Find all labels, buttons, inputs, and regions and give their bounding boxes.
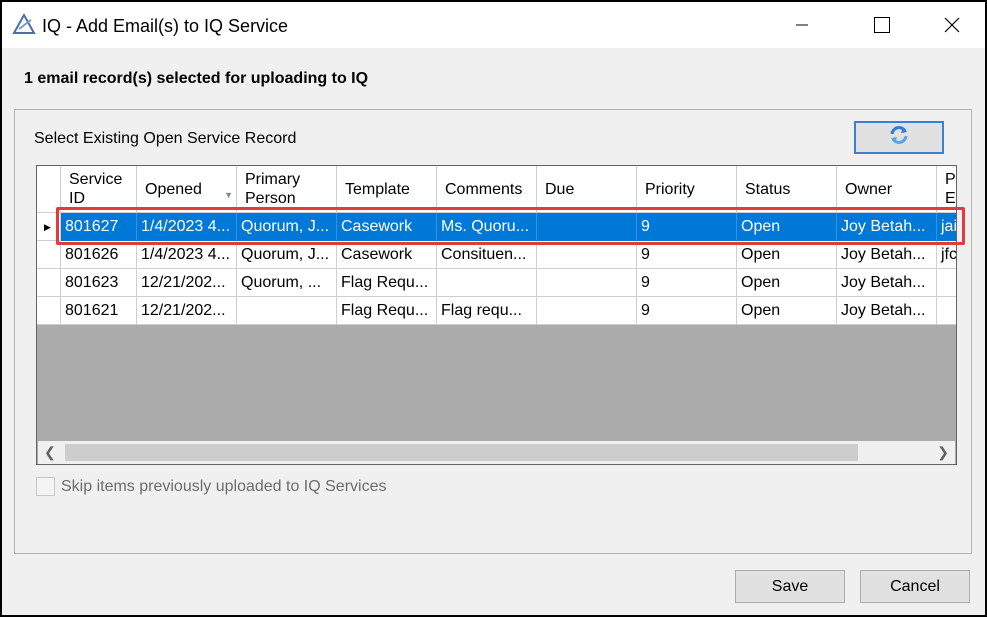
current-row-icon: ▶ [44, 222, 51, 232]
skip-uploaded-label: Skip items previously uploaded to IQ Ser… [61, 478, 387, 495]
cancel-button[interactable]: Cancel [860, 570, 970, 603]
cell-owner[interactable]: Joy Betah... [837, 241, 937, 269]
column-header-priority[interactable]: Priority [637, 166, 737, 212]
cell-priority[interactable]: 9 [637, 297, 737, 325]
cell-comments[interactable]: Consituen... [437, 241, 537, 269]
grid-header: Service ID Opened ▼ Primary Person Templat… [37, 166, 956, 213]
column-header-service-id[interactable]: Service ID [61, 166, 137, 212]
cell-template[interactable]: Casework [337, 241, 437, 269]
cell-primary-person[interactable] [237, 297, 337, 325]
scroll-thumb[interactable] [65, 444, 858, 461]
selected-row-highlight [56, 207, 965, 245]
column-header-primary-email[interactable]: PE [937, 166, 956, 212]
row-header[interactable] [37, 297, 61, 325]
cell-due[interactable] [537, 241, 637, 269]
cell-primary-email[interactable]: jfc [937, 241, 956, 269]
table-row[interactable]: 801621 12/21/202... Flag Requ... Flag re… [37, 297, 956, 325]
close-button[interactable] [917, 2, 987, 48]
save-button[interactable]: Save [735, 570, 845, 603]
cell-primary-person[interactable]: Quorum, ... [237, 269, 337, 297]
cell-primary-email[interactable] [937, 297, 956, 325]
cell-comments[interactable]: Flag requ... [437, 297, 537, 325]
cell-priority[interactable]: 9 [637, 269, 737, 297]
refresh-icon [888, 125, 910, 150]
column-header-owner[interactable]: Owner [837, 166, 937, 212]
cell-opened[interactable]: 12/21/202... [137, 269, 237, 297]
column-header-due[interactable]: Due [537, 166, 637, 212]
selection-summary: 1 email record(s) selected for uploading… [24, 70, 369, 87]
cell-service-id[interactable]: 801623 [61, 269, 137, 297]
cell-primary-email[interactable] [937, 269, 956, 297]
cell-status[interactable]: Open [737, 241, 837, 269]
row-header[interactable] [37, 269, 61, 297]
column-header-comments[interactable]: Comments [437, 166, 537, 212]
column-header-primary-person[interactable]: Primary Person [237, 166, 337, 212]
cell-due[interactable] [537, 269, 637, 297]
cell-service-id[interactable]: 801626 [61, 241, 137, 269]
cell-owner[interactable]: Joy Betah... [837, 269, 937, 297]
column-header-opened[interactable]: Opened ▼ [137, 166, 237, 212]
column-header-template[interactable]: Template [337, 166, 437, 212]
row-header[interactable] [37, 241, 61, 269]
cell-status[interactable]: Open [737, 269, 837, 297]
cell-opened[interactable]: 12/21/202... [137, 297, 237, 325]
table-row[interactable]: 801626 1/4/2023 4... Quorum, J... Casewo… [37, 241, 956, 269]
maximize-button[interactable] [847, 2, 917, 48]
column-header-status[interactable]: Status [737, 166, 837, 212]
chevron-right-icon[interactable]: ❯ [937, 444, 949, 461]
cell-service-id[interactable]: 801621 [61, 297, 137, 325]
window-title: IQ - Add Email(s) to IQ Service [42, 16, 289, 36]
cell-template[interactable]: Flag Requ... [337, 269, 437, 297]
cell-comments[interactable] [437, 269, 537, 297]
cell-opened[interactable]: 1/4/2023 4... [137, 241, 237, 269]
cell-priority[interactable]: 9 [637, 241, 737, 269]
title-bar: IQ - Add Email(s) to IQ Service [2, 2, 985, 48]
cell-status[interactable]: Open [737, 297, 837, 325]
horizontal-scrollbar[interactable]: ❮ ❯ [38, 441, 955, 464]
cell-template[interactable]: Flag Requ... [337, 297, 437, 325]
minimize-button[interactable] [767, 2, 837, 48]
chevron-left-icon[interactable]: ❮ [44, 444, 56, 461]
refresh-button[interactable] [854, 121, 944, 154]
app-logo-icon [11, 12, 37, 38]
sort-down-icon: ▼ [224, 190, 233, 200]
row-header-corner [37, 166, 61, 212]
cell-due[interactable] [537, 297, 637, 325]
group-label: Select Existing Open Service Record [34, 130, 297, 147]
table-row[interactable]: 801623 12/21/202... Quorum, ... Flag Req… [37, 269, 956, 297]
cell-primary-person[interactable]: Quorum, J... [237, 241, 337, 269]
skip-uploaded-checkbox[interactable] [36, 477, 55, 496]
cell-owner[interactable]: Joy Betah... [837, 297, 937, 325]
